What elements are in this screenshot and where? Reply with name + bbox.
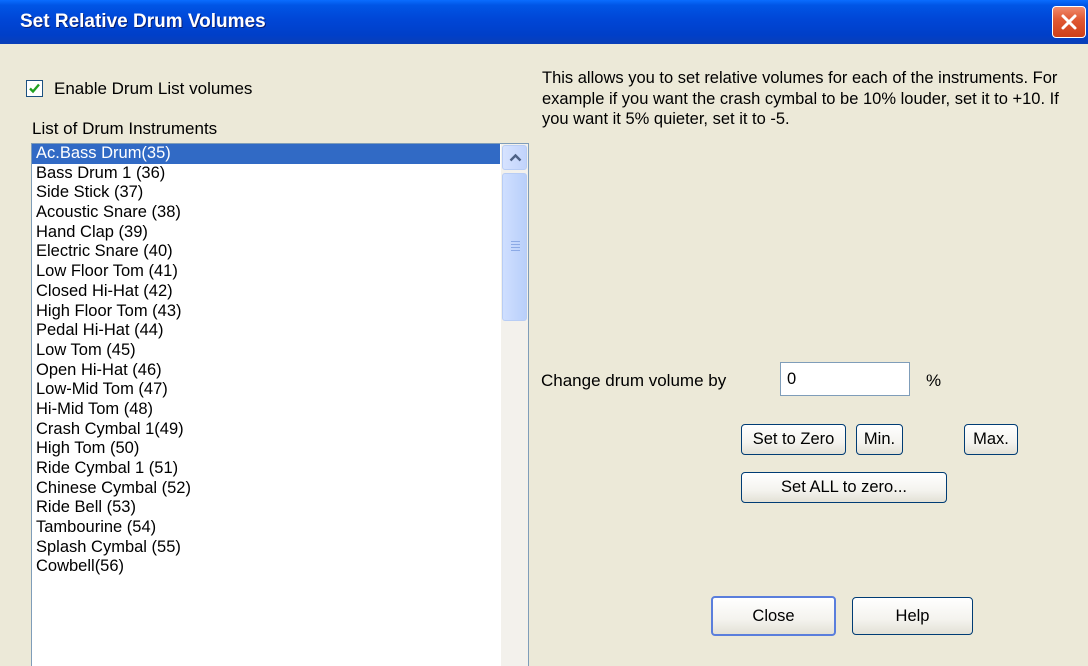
drum-list-label: List of Drum Instruments: [32, 119, 218, 138]
list-item[interactable]: Ac.Bass Drum(35): [32, 144, 500, 164]
drum-volume-input[interactable]: 0: [780, 362, 910, 396]
close-button[interactable]: Close: [711, 596, 836, 636]
max-button[interactable]: Max.: [964, 424, 1018, 455]
list-item[interactable]: Pedal Hi-Hat (44): [32, 321, 500, 341]
thumb-grip-line: [511, 241, 520, 242]
list-item[interactable]: Crash Cymbal 1(49): [32, 420, 500, 440]
change-volume-label: Change drum volume by: [541, 371, 727, 390]
list-item[interactable]: Low Tom (45): [32, 341, 500, 361]
list-item[interactable]: Ride Cymbal 1 (51): [32, 459, 500, 479]
drum-instrument-listbox[interactable]: Ac.Bass Drum(35) Bass Drum 1 (36) Side Sti…: [31, 143, 529, 666]
list-item[interactable]: Side Stick (37): [32, 183, 500, 203]
list-item[interactable]: High Floor Tom (43): [32, 302, 500, 322]
min-button[interactable]: Min.: [856, 424, 903, 455]
list-item[interactable]: Cowbell(56): [32, 557, 500, 577]
list-item[interactable]: High Tom (50): [32, 439, 500, 459]
description-text: This allows you to set relative volumes …: [542, 69, 1059, 128]
title-bar[interactable]: Set Relative Drum Volumes: [0, 0, 1088, 44]
list-item[interactable]: Electric Snare (40): [32, 242, 500, 262]
drum-list-items: Ac.Bass Drum(35) Bass Drum 1 (36) Side Sti…: [32, 144, 500, 577]
close-window-button[interactable]: [1052, 6, 1086, 38]
enable-drum-list-checkbox[interactable]: [26, 80, 43, 97]
list-item[interactable]: Tambourine (54): [32, 518, 500, 538]
scroll-up-button[interactable]: [502, 145, 527, 170]
list-item[interactable]: Acoustic Snare (38): [32, 203, 500, 223]
enable-drum-list-label[interactable]: Enable Drum List volumes: [54, 79, 252, 99]
set-to-zero-button[interactable]: Set to Zero: [741, 424, 846, 455]
help-button[interactable]: Help: [852, 597, 973, 635]
close-icon: [1061, 14, 1077, 30]
list-item[interactable]: Hand Clap (39): [32, 223, 500, 243]
list-item[interactable]: Ride Bell (53): [32, 498, 500, 518]
dialog-title: Set Relative Drum Volumes: [20, 11, 266, 32]
list-item[interactable]: Closed Hi-Hat (42): [32, 282, 500, 302]
list-item[interactable]: Low-Mid Tom (47): [32, 380, 500, 400]
dialog-content: Enable Drum List volumes List of Drum In…: [0, 44, 1088, 666]
thumb-grip-line: [511, 244, 520, 245]
thumb-grip-line: [511, 250, 520, 251]
list-item[interactable]: Splash Cymbal (55): [32, 538, 500, 558]
list-item[interactable]: Open Hi-Hat (46): [32, 361, 500, 381]
set-all-to-zero-button[interactable]: Set ALL to zero...: [741, 472, 947, 503]
scroll-thumb[interactable]: [502, 173, 527, 321]
list-scrollbar[interactable]: [501, 144, 528, 666]
list-item[interactable]: Chinese Cymbal (52): [32, 479, 500, 499]
dialog-window: Set Relative Drum Volumes Enable Drum Li…: [0, 0, 1088, 666]
percent-unit-label: %: [926, 371, 942, 390]
thumb-grip-line: [511, 247, 520, 248]
checkmark-icon: [29, 83, 40, 94]
list-item[interactable]: Hi-Mid Tom (48): [32, 400, 500, 420]
list-item[interactable]: Bass Drum 1 (36): [32, 164, 500, 184]
chevron-up-icon: [509, 153, 522, 162]
list-item[interactable]: Low Floor Tom (41): [32, 262, 500, 282]
